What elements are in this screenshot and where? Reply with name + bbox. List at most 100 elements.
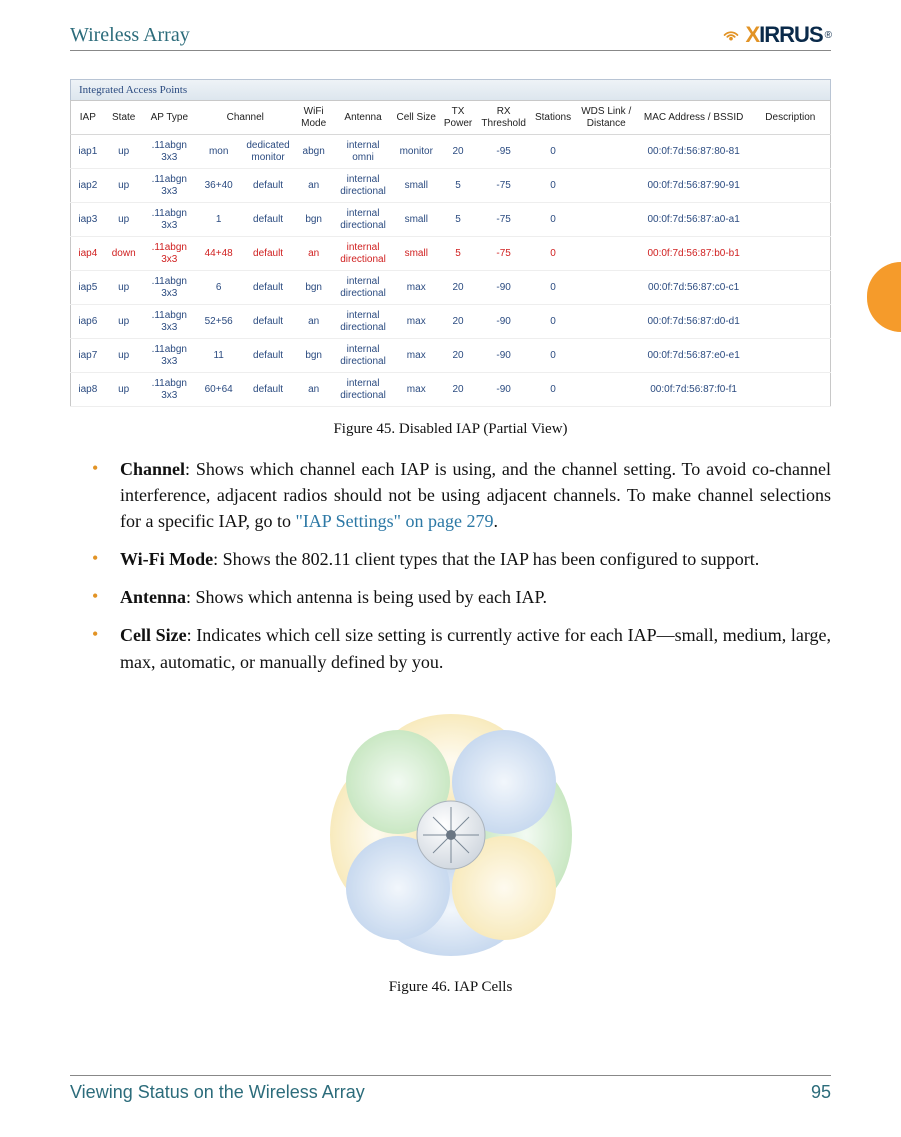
page-footer: Viewing Status on the Wireless Array 95 [70,1075,831,1103]
page-number: 95 [811,1082,831,1103]
table-cell: up [105,339,143,373]
table-cell [751,339,831,373]
table-cell [751,271,831,305]
bullet-item: Cell Size: Indicates which cell size set… [76,622,831,674]
page-header: Wireless Array XIRRUS® [70,22,831,51]
col-tx: TX Power [439,101,477,135]
table-cell: up [105,135,143,169]
table-cell: 60+64 [196,373,242,407]
table-cell: iap1 [71,135,105,169]
table-cell: an [295,305,333,339]
table-cell: 52+56 [196,305,242,339]
table-cell: internal directional [333,169,394,203]
wifi-rays-icon [720,24,742,46]
figure46-caption: Figure 46. IAP Cells [70,979,831,996]
table-cell: default [241,169,294,203]
table-cell: 0 [530,373,576,407]
table-cell: an [295,237,333,271]
table-cell [576,373,637,407]
table-cell: 20 [439,135,477,169]
table-cell: an [295,169,333,203]
table-header-row: IAP State AP Type Channel WiFi Mode Ante… [71,101,831,135]
table-cell: iap4 [71,237,105,271]
table-cell [751,135,831,169]
table-cell: 00:0f:7d:56:87:e0-e1 [637,339,751,373]
table-cell: mon [196,135,242,169]
col-desc: Description [751,101,831,135]
table-cell: max [393,373,439,407]
table-cell [751,373,831,407]
table-cell: 36+40 [196,169,242,203]
page-title: Wireless Array [70,24,190,47]
table-cell: .11abgn 3x3 [143,271,196,305]
table-cell: 44+48 [196,237,242,271]
table-cell: max [393,305,439,339]
table-cell: .11abgn 3x3 [143,305,196,339]
table-cell: max [393,271,439,305]
table-cell [576,271,637,305]
table-cell: 1 [196,203,242,237]
table-row: iap5up.11abgn 3x36defaultbgninternal dir… [71,271,831,305]
table-cell: 0 [530,169,576,203]
table-cell: internal directional [333,339,394,373]
col-aptype: AP Type [143,101,196,135]
table-cell: iap2 [71,169,105,203]
table-row: iap6up.11abgn 3x352+56defaultaninternal … [71,305,831,339]
bullet-tail: . [494,511,499,531]
iap-panel-caption: Integrated Access Points [70,79,831,100]
table-cell: -90 [477,305,530,339]
col-antenna: Antenna [333,101,394,135]
table-cell: 00:0f:7d:56:87:a0-a1 [637,203,751,237]
table-cell: 0 [530,237,576,271]
table-cell: 0 [530,271,576,305]
footer-section: Viewing Status on the Wireless Array [70,1082,365,1103]
table-cell: .11abgn 3x3 [143,339,196,373]
table-row: iap8up.11abgn 3x360+64defaultaninternal … [71,373,831,407]
bullet-list: Channel: Shows which channel each IAP is… [76,456,831,675]
table-cell: small [393,203,439,237]
table-cell: 00:0f:7d:56:87:90-91 [637,169,751,203]
table-row: iap1up.11abgn 3x3mondedicated monitorabg… [71,135,831,169]
table-cell: small [393,237,439,271]
table-cell: -90 [477,339,530,373]
table-cell: 20 [439,339,477,373]
table-cell: internal directional [333,203,394,237]
table-cell: bgn [295,339,333,373]
table-cell: 00:0f:7d:56:87:d0-d1 [637,305,751,339]
table-cell: up [105,305,143,339]
table-cell [576,237,637,271]
table-cell: -75 [477,237,530,271]
table-row: iap7up.11abgn 3x311defaultbgninternal di… [71,339,831,373]
bullet-term: Antenna [120,587,186,607]
iap-cells-graphic [321,705,581,965]
table-cell: internal directional [333,237,394,271]
table-cell: abgn [295,135,333,169]
table-cell: iap6 [71,305,105,339]
col-state: State [105,101,143,135]
cross-ref-link[interactable]: "IAP Settings" on page 279 [295,511,493,531]
table-cell: internal directional [333,373,394,407]
table-cell: 5 [439,237,477,271]
table-cell [751,305,831,339]
col-wifi: WiFi Mode [295,101,333,135]
table-cell: up [105,169,143,203]
bullet-item: Antenna: Shows which antenna is being us… [76,584,831,610]
table-cell: .11abgn 3x3 [143,169,196,203]
col-rx: RX Threshold [477,101,530,135]
table-cell: iap8 [71,373,105,407]
table-cell: .11abgn 3x3 [143,135,196,169]
table-cell: default [241,339,294,373]
table-cell: 0 [530,135,576,169]
table-cell: internal directional [333,271,394,305]
table-row: iap4down.11abgn 3x344+48defaultaninterna… [71,237,831,271]
table-cell: default [241,271,294,305]
table-cell: .11abgn 3x3 [143,373,196,407]
table-cell: default [241,305,294,339]
table-cell [576,339,637,373]
section-tab [867,262,901,332]
table-cell [576,305,637,339]
table-cell: up [105,373,143,407]
bullet-text: : Shows which antenna is being used by e… [186,587,547,607]
table-cell: 20 [439,271,477,305]
table-cell: 20 [439,305,477,339]
